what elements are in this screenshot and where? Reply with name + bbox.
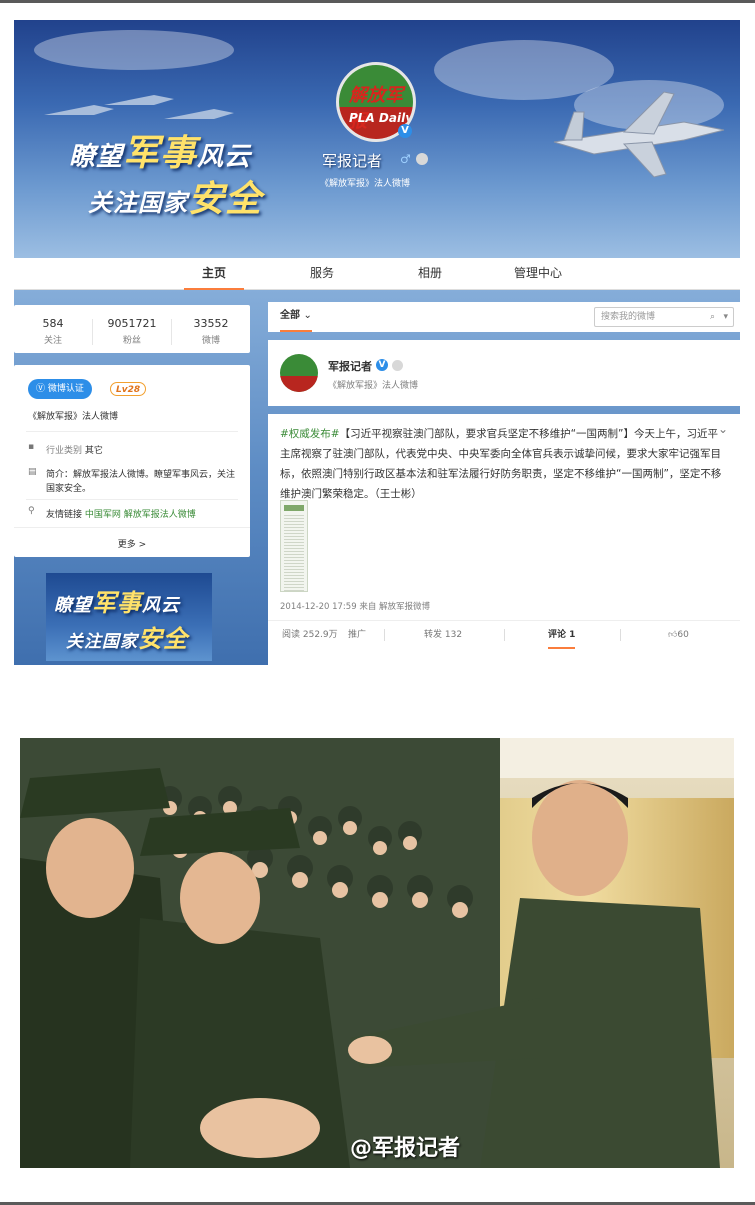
post-topic-tag[interactable]: #权威发布#: [280, 428, 340, 440]
stats-card: 584 关注 9051721 粉丝 33552 微博: [14, 305, 250, 353]
link-china-military[interactable]: 中国军网: [85, 510, 121, 520]
thumbs-up-icon: 👍︎: [668, 630, 678, 640]
search-dropdown-icon[interactable]: ▾: [723, 308, 728, 326]
post-meta: 2014-12-20 17:59 来自 解放军报微博: [280, 602, 431, 612]
post-author-header: 军报记者 V 《解放军报》法人微博: [268, 340, 740, 406]
verify-badge[interactable]: Ⓥ 微博认证: [28, 379, 92, 399]
briefcase-icon: ▪: [28, 442, 35, 452]
top-border: [0, 0, 755, 3]
author-name[interactable]: 军报记者: [328, 358, 372, 374]
link-icon: ⚲: [28, 506, 35, 516]
ad-slogan-line2: 关注国家安全: [66, 625, 188, 653]
verified-icon: V: [398, 124, 412, 138]
tab-services[interactable]: 服务: [292, 258, 352, 290]
friend-links-row: 友情链接 中国军网 解放军报法人微博: [46, 510, 196, 520]
intro-row: 简介：解放军报法人微博。瞭望军事风云，关注国家安全。: [46, 470, 236, 494]
comment-button[interactable]: 评论 1: [548, 621, 576, 649]
tab-album[interactable]: 相册: [400, 258, 460, 290]
news-photo-illustration: [20, 738, 734, 1168]
read-count: 阅读 252.9万: [282, 630, 338, 640]
photo-watermark: @军报记者: [350, 1136, 461, 1161]
sidebar-ad-banner[interactable]: 瞭望军事风云 关注国家安全: [46, 573, 212, 661]
post-actions: 阅读 252.9万 推广 转发 132 评论 1 👍︎60: [268, 620, 740, 649]
logo-english-text: PLA Daily: [349, 111, 414, 125]
search-input[interactable]: 搜索我的微博 ⌕ ▾: [594, 307, 734, 327]
search-icon: ⌕: [709, 312, 715, 322]
stat-posts[interactable]: 33552 微博: [172, 305, 250, 346]
verified-icon: V: [376, 359, 388, 371]
post-timestamp[interactable]: 2014-12-20 17:59: [280, 602, 357, 612]
promote-button[interactable]: 推广: [348, 621, 366, 649]
stat-following[interactable]: 584 关注: [14, 305, 92, 346]
industry-row: 行业类别 其它: [46, 446, 103, 456]
member-icon: [392, 360, 403, 371]
member-icon: [416, 153, 428, 165]
post-text: #权威发布#【习近平视察驻澳门部队，要求官兵坚定不移维护“一国两制”】今天上午，…: [280, 428, 722, 500]
ad-slogan-line1: 瞭望军事风云: [54, 589, 180, 617]
weibo-v-icon: Ⓥ: [36, 384, 48, 394]
banner-slogan-line1: 瞭望军事风云: [69, 133, 252, 174]
author-avatar[interactable]: [280, 354, 318, 392]
post-source[interactable]: 解放军报微博: [379, 602, 430, 612]
tab-admin[interactable]: 管理中心: [508, 258, 568, 290]
verify-description: 《解放军报》法人微博: [28, 412, 119, 422]
post-thumbnail-image[interactable]: [280, 500, 308, 592]
level-badge[interactable]: Lv28: [110, 382, 147, 396]
tab-home[interactable]: 主页: [184, 258, 244, 290]
male-icon: ♂: [400, 152, 411, 166]
profile-nav: 主页 服务 相册 管理中心: [14, 258, 740, 290]
account-name: 军报记者: [322, 152, 383, 170]
banner-slogan-line2: 关注国家安全: [88, 179, 263, 220]
fighter-jet-icon: [553, 91, 725, 178]
link-pla-daily-weibo[interactable]: 解放军报法人微博: [124, 510, 196, 520]
account-description: 《解放军报》法人微博: [320, 179, 411, 189]
filter-all-tab[interactable]: 全部 ⌄: [280, 302, 312, 332]
author-description: 《解放军报》法人微博: [328, 381, 419, 391]
profile-info-card: Ⓥ 微博认证 Lv28 《解放军报》法人微博 ▪ 行业类别 其它 ▤ 简介：解放…: [14, 365, 250, 557]
weibo-post: ⌄ #权威发布#【习近平视察驻澳门部队，要求官兵坚定不移维护“一国两制”】今天上…: [268, 414, 740, 665]
profile-banner: 瞭望军事风云 关注国家安全 解放军报 PLA Daily V 军报记者 ♂ 《解…: [14, 20, 740, 260]
like-button[interactable]: 👍︎60: [668, 621, 689, 649]
document-icon: ▤: [28, 467, 37, 477]
news-photo: @军报记者: [20, 738, 734, 1168]
chevron-down-icon: ⌄: [303, 310, 312, 321]
stat-followers[interactable]: 9051721 粉丝: [93, 305, 171, 346]
repost-button[interactable]: 转发 132: [424, 621, 462, 649]
more-button[interactable]: 更多 >: [14, 537, 250, 550]
